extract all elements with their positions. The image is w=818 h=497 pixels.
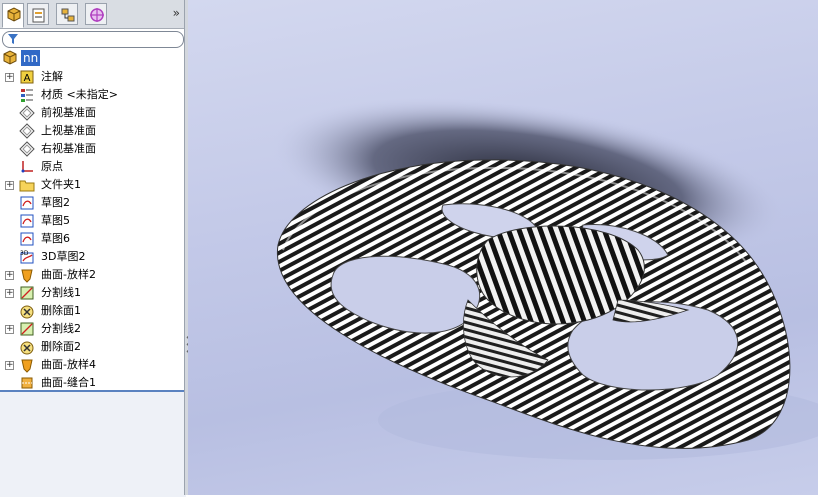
- plane-icon: [19, 123, 35, 139]
- expand-toggle[interactable]: +: [5, 325, 14, 334]
- tree-item-label: 曲面-放样2: [41, 268, 96, 281]
- surface-loft-icon: [21, 269, 33, 283]
- tree-filter-input[interactable]: [2, 31, 184, 48]
- more-tabs-button[interactable]: »: [173, 6, 180, 20]
- delete-face-icon: [20, 305, 34, 319]
- expand-toggle[interactable]: +: [5, 181, 14, 190]
- expand-toggle[interactable]: +: [5, 289, 14, 298]
- plane-icon: [19, 141, 35, 157]
- tree-item[interactable]: 删除面2: [0, 338, 186, 356]
- tree-item[interactable]: + A 注解: [0, 68, 186, 86]
- tree-item-label: 文件夹1: [41, 178, 81, 191]
- feature-manager-panel: » nn + A 注解材质 <未指定> 前视基准面上视基准面右视基准面原点 + 文件夹1 草…: [0, 0, 186, 497]
- graphics-viewport[interactable]: [188, 0, 818, 495]
- tab-property-manager[interactable]: [27, 3, 49, 25]
- tree-item[interactable]: + 分割线1: [0, 284, 186, 302]
- svg-text:A: A: [24, 73, 31, 84]
- 3d-sketch-icon: 3D: [20, 250, 34, 264]
- panel-empty-area: [0, 390, 186, 497]
- tree-item[interactable]: 草图5: [0, 212, 186, 230]
- tab-dimxpert-manager[interactable]: [85, 3, 107, 25]
- sketch-icon: [20, 232, 34, 246]
- sketch-icon: [20, 214, 34, 228]
- tree-item[interactable]: 材质 <未指定>: [0, 86, 186, 104]
- split-line-icon: [20, 322, 34, 336]
- tree-item[interactable]: 3D 3D草图2: [0, 248, 186, 266]
- tree-item[interactable]: 草图2: [0, 194, 186, 212]
- tab-feature-manager[interactable]: [2, 3, 24, 28]
- tree-item[interactable]: 删除面1: [0, 302, 186, 320]
- tree-item-label: 前视基准面: [41, 106, 96, 119]
- tree-item[interactable]: 原点: [0, 158, 186, 176]
- folder-icon: [19, 180, 35, 192]
- tree-item-label: 注解: [41, 70, 63, 83]
- root-part-label: nn: [21, 50, 41, 66]
- zebra-stripe-surface-model: [270, 97, 818, 460]
- tree-item-label: 右视基准面: [41, 142, 96, 155]
- delete-face-icon: [20, 341, 34, 355]
- tree-item-label: 曲面-放样4: [41, 358, 96, 371]
- tree-item-label: 材质 <未指定>: [41, 88, 118, 101]
- expand-toggle[interactable]: +: [5, 361, 14, 370]
- tree-item-label: 删除面1: [41, 304, 81, 317]
- annotation-icon: A: [20, 70, 34, 84]
- property-manager-icon: [32, 8, 45, 23]
- part-icon: [3, 50, 17, 65]
- tree-item[interactable]: + 曲面-放样2: [0, 266, 186, 284]
- tree-item-label: 草图2: [41, 196, 70, 209]
- tree-item[interactable]: + 文件夹1: [0, 176, 186, 194]
- tree-item[interactable]: 前视基准面: [0, 104, 186, 122]
- tree-item-label: 上视基准面: [41, 124, 96, 137]
- tree-item-label: 草图5: [41, 214, 70, 227]
- surface-loft-icon: [21, 359, 33, 373]
- tree-item-label: 草图6: [41, 232, 70, 245]
- svg-text:3D: 3D: [20, 250, 29, 257]
- filter-icon: [8, 34, 18, 44]
- tree-item-label: 分割线2: [41, 322, 81, 335]
- expand-toggle[interactable]: +: [5, 271, 14, 280]
- tab-configuration-manager[interactable]: [56, 3, 78, 25]
- tree-item-label: 原点: [41, 160, 63, 173]
- tree-item[interactable]: + 分割线2: [0, 320, 186, 338]
- configuration-icon: [61, 8, 75, 22]
- tree-item-label: 删除面2: [41, 340, 81, 353]
- tree-item[interactable]: 草图6: [0, 230, 186, 248]
- tree-item-label: 3D草图2: [41, 250, 86, 263]
- plane-icon: [19, 105, 35, 121]
- material-icon: [21, 89, 33, 102]
- tree-item[interactable]: + 曲面-放样4: [0, 356, 186, 374]
- dimxpert-icon: [90, 8, 104, 22]
- expand-toggle[interactable]: +: [5, 73, 14, 82]
- origin-icon: [21, 161, 33, 173]
- surface-knit-icon: [21, 377, 33, 389]
- sketch-icon: [20, 196, 34, 210]
- tree-item[interactable]: 右视基准面: [0, 140, 186, 158]
- feature-tree-icon: [7, 7, 21, 22]
- manager-tab-bar: »: [0, 0, 186, 29]
- tree-item-label: 分割线1: [41, 286, 81, 299]
- tree-item[interactable]: 上视基准面: [0, 122, 186, 140]
- split-line-icon: [20, 286, 34, 300]
